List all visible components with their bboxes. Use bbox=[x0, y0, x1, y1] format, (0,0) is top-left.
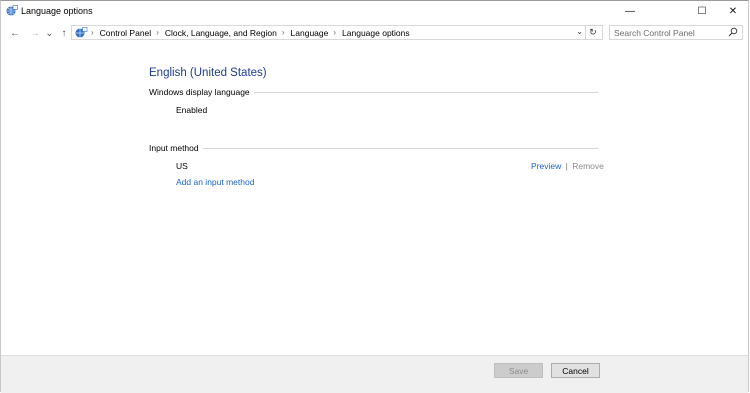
maximize-button[interactable]: ☐ bbox=[685, 1, 719, 21]
forward-button[interactable]: → bbox=[29, 25, 41, 41]
display-language-status: Enabled bbox=[176, 105, 208, 115]
title-bar: Language options — ☐ ✕ bbox=[1, 1, 748, 21]
breadcrumb-separator: › bbox=[91, 28, 94, 37]
cancel-button[interactable]: Cancel bbox=[551, 363, 600, 378]
refresh-button[interactable]: ↻ bbox=[585, 26, 600, 39]
input-method-actions: Preview | Remove bbox=[531, 161, 604, 171]
breadcrumb-language-options[interactable]: Language options bbox=[342, 28, 410, 38]
address-bar[interactable]: › Control Panel › Clock, Language, and R… bbox=[71, 25, 603, 40]
section-divider bbox=[149, 148, 598, 149]
breadcrumb-language[interactable]: Language bbox=[291, 28, 329, 38]
input-method-section: Input method bbox=[149, 143, 598, 155]
breadcrumb-clock-language-region[interactable]: Clock, Language, and Region bbox=[165, 28, 277, 38]
preview-link[interactable]: Preview bbox=[531, 161, 561, 171]
input-method-name: US bbox=[176, 161, 188, 171]
breadcrumb-separator: › bbox=[333, 28, 337, 37]
action-separator: | bbox=[565, 161, 568, 171]
language-globe-icon bbox=[6, 5, 18, 16]
up-button[interactable]: ↑ bbox=[58, 25, 70, 41]
breadcrumb-separator: › bbox=[156, 28, 159, 37]
main-content: English (United States) Windows display … bbox=[1, 45, 748, 355]
remove-link[interactable]: Remove bbox=[572, 161, 604, 171]
search-input[interactable]: Search Control Panel bbox=[609, 25, 743, 40]
breadcrumb-control-panel[interactable]: Control Panel bbox=[100, 28, 152, 38]
close-button[interactable]: ✕ bbox=[716, 1, 750, 21]
save-button[interactable]: Save bbox=[494, 363, 543, 378]
search-icon[interactable] bbox=[728, 27, 738, 37]
window-title: Language options bbox=[21, 6, 93, 16]
recent-locations-button[interactable]: ⌄ bbox=[45, 25, 54, 41]
minimize-button[interactable]: — bbox=[613, 1, 647, 21]
navigation-bar: ← → ⌄ ↑ › Control Panel › Clock, Languag… bbox=[1, 23, 748, 43]
search-placeholder: Search Control Panel bbox=[614, 27, 695, 38]
language-options-window: Language options — ☐ ✕ ← → ⌄ ↑ › Control… bbox=[0, 0, 749, 393]
back-button[interactable]: ← bbox=[9, 25, 21, 41]
add-input-method-link[interactable]: Add an input method bbox=[176, 177, 254, 187]
control-panel-icon bbox=[75, 26, 88, 37]
input-method-label: Input method bbox=[149, 143, 203, 153]
language-name-heading: English (United States) bbox=[149, 67, 267, 79]
address-dropdown-button[interactable]: ⌄ bbox=[576, 27, 583, 36]
breadcrumb-separator: › bbox=[281, 28, 285, 37]
footer-bar: Save Cancel bbox=[1, 355, 748, 393]
display-language-section: Windows display language bbox=[149, 87, 598, 99]
display-language-label: Windows display language bbox=[149, 87, 254, 97]
